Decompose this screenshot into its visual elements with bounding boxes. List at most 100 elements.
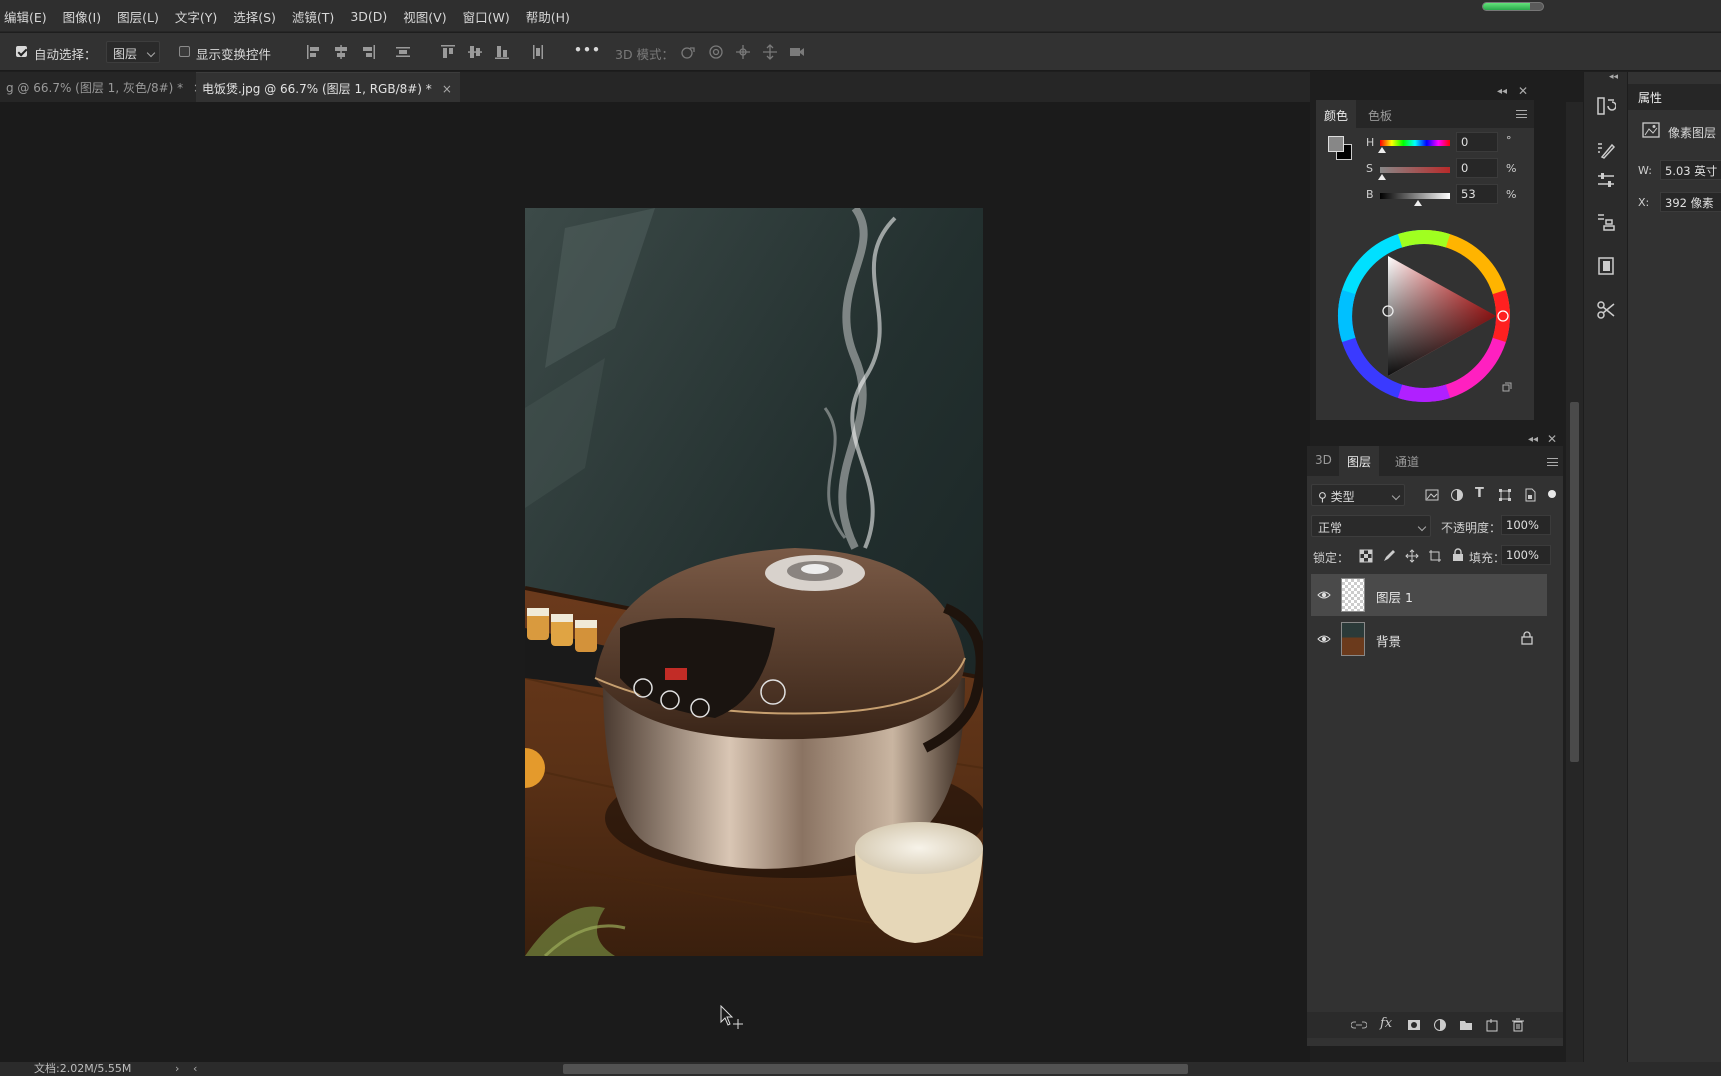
properties-title[interactable]: 属性 xyxy=(1638,89,1662,106)
delete-layer-trash-icon[interactable] xyxy=(1511,1018,1525,1032)
lock-icon xyxy=(1521,631,1533,645)
align-vcenter-icon[interactable] xyxy=(467,44,483,60)
menu-filter[interactable]: 滤镜(T) xyxy=(292,7,334,26)
filter-smart-object-icon[interactable] xyxy=(1523,488,1537,502)
distribute-vertical-icon[interactable] xyxy=(395,44,411,60)
collapse-panel-icon[interactable]: ◂◂ xyxy=(1497,86,1507,97)
layer-row-layer-1[interactable]: 图层 1 xyxy=(1311,574,1547,616)
b-input[interactable]: 53 xyxy=(1456,184,1498,204)
3d-roll-icon[interactable] xyxy=(708,44,724,60)
scroll-left-icon[interactable]: ‹ xyxy=(193,1062,197,1076)
eye-icon[interactable] xyxy=(1317,588,1331,602)
menu-image[interactable]: 图像(I) xyxy=(63,7,101,26)
3d-pan-icon[interactable] xyxy=(735,44,751,60)
close-icon[interactable]: × xyxy=(442,82,452,96)
menu-view[interactable]: 视图(V) xyxy=(403,7,446,26)
adjustments-sliders-icon[interactable] xyxy=(1596,170,1616,190)
tab-3d[interactable]: 3D xyxy=(1307,446,1340,474)
layer-name[interactable]: 背景 xyxy=(1376,631,1401,650)
layer-style-fx-icon[interactable]: fx xyxy=(1380,1016,1392,1031)
layer-filter-dropdown[interactable]: ⚲ 类型 xyxy=(1311,484,1405,506)
w-input[interactable]: 5.03 英寸 xyxy=(1660,160,1721,180)
fill-input[interactable]: 100% xyxy=(1501,545,1551,565)
align-left-icon[interactable] xyxy=(306,44,322,60)
libraries-icon[interactable] xyxy=(1596,256,1616,276)
auto-select-checkbox[interactable] xyxy=(16,46,27,57)
b-slider[interactable] xyxy=(1380,193,1450,199)
tab-document-1[interactable]: g @ 66.7% (图层 1, 灰色/8#) *× xyxy=(0,72,211,102)
blend-mode-dropdown[interactable]: 正常 xyxy=(1311,515,1431,537)
eye-icon[interactable] xyxy=(1317,632,1331,646)
3d-slide-icon[interactable] xyxy=(762,44,778,60)
tab-channels[interactable]: 通道 xyxy=(1387,446,1427,474)
align-right-icon[interactable] xyxy=(360,44,376,60)
show-transform-checkbox[interactable] xyxy=(179,46,190,57)
menu-layer[interactable]: 图层(L) xyxy=(117,7,159,26)
lock-position-icon[interactable] xyxy=(1405,549,1419,563)
s-slider[interactable] xyxy=(1380,167,1450,173)
opacity-input[interactable]: 100% xyxy=(1501,515,1551,535)
layer-row-background[interactable]: 背景 xyxy=(1311,618,1547,660)
link-layers-icon[interactable] xyxy=(1351,1018,1367,1032)
b-slider-thumb[interactable] xyxy=(1414,200,1422,206)
tab-document-2[interactable]: 电饭煲.jpg @ 66.7% (图层 1, RGB/8#) * × xyxy=(196,72,460,102)
collapse-panel-icon[interactable]: ◂◂ xyxy=(1528,434,1538,445)
panel-menu-icon[interactable] xyxy=(1547,458,1558,466)
s-input[interactable]: 0 xyxy=(1456,158,1498,178)
filter-adjustment-icon[interactable] xyxy=(1450,488,1464,502)
h-slider-thumb[interactable] xyxy=(1378,147,1386,153)
resize-icon[interactable] xyxy=(1502,382,1512,392)
auto-select-dropdown[interactable]: 图层 xyxy=(106,41,160,63)
3d-camera-icon[interactable] xyxy=(789,44,805,60)
filter-type-icon[interactable]: T xyxy=(1475,486,1484,501)
history-icon[interactable] xyxy=(1596,96,1616,116)
x-input[interactable]: 392 像素 xyxy=(1660,192,1721,212)
foreground-color-swatch[interactable] xyxy=(1328,136,1344,152)
clone-source-icon[interactable] xyxy=(1596,212,1616,232)
tab-layers[interactable]: 图层 xyxy=(1339,446,1380,476)
vertical-scrollbar[interactable] xyxy=(1566,102,1583,1062)
filter-toggle[interactable] xyxy=(1548,490,1556,498)
horizontal-scroll-thumb[interactable] xyxy=(563,1064,1188,1074)
brush-settings-icon[interactable] xyxy=(1596,140,1616,160)
close-panel-icon[interactable]: ✕ xyxy=(1547,432,1557,446)
menu-type[interactable]: 文字(Y) xyxy=(175,7,217,26)
collapse-dock-icon[interactable]: ◂◂ xyxy=(1609,72,1618,82)
chevron-down-icon xyxy=(146,48,156,58)
s-slider-thumb[interactable] xyxy=(1378,174,1386,180)
menu-3d[interactable]: 3D(D) xyxy=(350,9,387,24)
document-image[interactable] xyxy=(525,208,983,956)
layer-name[interactable]: 图层 1 xyxy=(1376,587,1413,606)
new-layer-icon[interactable] xyxy=(1485,1018,1499,1032)
menu-help[interactable]: 帮助(H) xyxy=(526,7,570,26)
new-group-folder-icon[interactable] xyxy=(1459,1018,1473,1032)
filter-pixel-icon[interactable] xyxy=(1425,488,1439,502)
tab-swatches[interactable]: 色板 xyxy=(1360,100,1400,128)
tab-color[interactable]: 颜色 xyxy=(1316,100,1357,128)
menu-window[interactable]: 窗口(W) xyxy=(463,7,510,26)
lock-transparent-icon[interactable] xyxy=(1359,549,1373,563)
properties-panel: 属性 像素图层 W: 5.03 英寸 X: 392 像素 xyxy=(1627,72,1721,1062)
align-top-icon[interactable] xyxy=(440,44,456,60)
close-panel-icon[interactable]: ✕ xyxy=(1518,84,1528,98)
panel-menu-icon[interactable] xyxy=(1516,110,1527,118)
add-mask-icon[interactable] xyxy=(1407,1018,1421,1032)
3d-orbit-icon[interactable] xyxy=(680,44,696,60)
adjustment-layer-icon[interactable] xyxy=(1433,1018,1447,1032)
chevron-right-icon[interactable]: › xyxy=(175,1062,179,1076)
h-input[interactable]: 0 xyxy=(1456,132,1498,152)
color-wheel[interactable] xyxy=(1336,228,1512,404)
more-options-button[interactable]: ••• xyxy=(574,42,601,57)
align-bottom-icon[interactable] xyxy=(494,44,510,60)
h-slider[interactable] xyxy=(1380,140,1450,146)
vertical-scroll-thumb[interactable] xyxy=(1570,402,1579,762)
menu-edit[interactable]: 编辑(E) xyxy=(4,7,47,26)
lock-all-icon[interactable] xyxy=(1451,548,1465,562)
lock-artboard-icon[interactable] xyxy=(1428,549,1442,563)
menu-select[interactable]: 选择(S) xyxy=(233,7,276,26)
tools-scissors-icon[interactable] xyxy=(1596,300,1616,320)
lock-pixels-icon[interactable] xyxy=(1382,549,1396,563)
align-hcenter-icon[interactable] xyxy=(333,44,349,60)
distribute-horizontal-icon[interactable] xyxy=(530,44,546,60)
filter-shape-icon[interactable] xyxy=(1498,488,1512,502)
